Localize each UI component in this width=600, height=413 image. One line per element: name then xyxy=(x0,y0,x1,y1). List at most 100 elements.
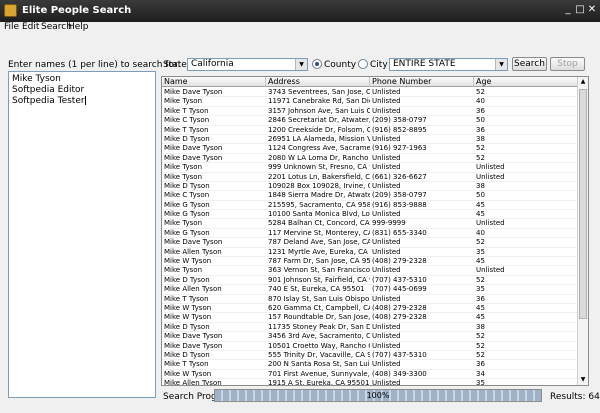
city-radio[interactable] xyxy=(358,59,368,69)
cell-phone: (408) 279-2328 xyxy=(372,313,427,322)
state-dropdown[interactable]: California ▼ xyxy=(187,58,308,71)
title-bar: Elite People Search _ □ ✕ xyxy=(0,0,600,22)
cell-name: Mike G Tyson xyxy=(164,200,210,209)
table-row[interactable]: Mike G Tyson 117 Mervine St, Monterey, CA… xyxy=(162,228,578,239)
table-row[interactable]: Mike T Tyson 870 Islay St, San Luis Obisp… xyxy=(162,295,578,304)
scroll-down-icon[interactable]: ▼ xyxy=(578,375,588,385)
table-row[interactable]: Mike T Tyson 1200 Creekside Dr, Folsom, C… xyxy=(162,126,578,135)
cell-name: Mike G Tyson xyxy=(164,228,210,237)
table-row[interactable]: Mike C Tyson 2846 Secretariat Dr, Atwater… xyxy=(162,116,578,126)
table-row[interactable]: Mike Dave Tyson 2080 W LA Loma Dr, Rancho… xyxy=(162,154,578,164)
table-row[interactable]: Mike Tyson 5284 Balhan Ct, Concord, CA 94… xyxy=(162,219,578,229)
cell-address: 215595, Sacramento, CA 95821 xyxy=(268,200,370,209)
scroll-up-icon[interactable]: ▲ xyxy=(578,77,588,87)
table-row[interactable]: Mike D Tyson 109028 Box 109028, Irvine, C… xyxy=(162,181,578,192)
table-row[interactable]: Mike W Tyson 620 Gamma Ct, Campbell, CA 9… xyxy=(162,304,578,314)
city-label: City xyxy=(370,60,388,70)
cell-phone: Unlisted xyxy=(372,106,401,115)
cell-age: 40 xyxy=(476,228,485,237)
names-textarea[interactable]: Mike Tyson Softpedia Editor Softpedia Te… xyxy=(8,71,156,398)
cell-phone: Unlisted xyxy=(372,266,401,275)
table-row[interactable]: Mike Allen Tyson 740 E St, Eureka, CA 955… xyxy=(162,285,578,295)
chevron-down-icon: ▼ xyxy=(495,59,507,70)
chevron-down-icon: ▼ xyxy=(295,59,307,70)
table-row[interactable]: Mike Dave Tyson 3743 Seventrees, San Jose… xyxy=(162,88,578,98)
stop-button[interactable]: Stop xyxy=(550,57,585,71)
table-row[interactable]: Mike W Tyson 787 Farm Dr, San Jose, CA 95… xyxy=(162,257,578,267)
search-button[interactable]: Search xyxy=(512,57,547,71)
cell-age: 45 xyxy=(476,313,485,322)
cell-name: Mike Tyson xyxy=(164,97,203,106)
progress-percent: 100% xyxy=(366,391,390,400)
cell-age: 50 xyxy=(476,191,485,200)
cell-name: Mike T Tyson xyxy=(164,106,209,115)
cell-age: 52 xyxy=(476,350,485,359)
cell-age: Unlisted xyxy=(476,172,505,181)
cell-address: 363 Vernon St, San Francisco, C... xyxy=(268,266,370,275)
table-row[interactable]: Mike G Tyson 10100 Santa Monica Blvd, Los… xyxy=(162,210,578,220)
table-row[interactable]: Mike Tyson 11971 Canebrake Rd, San Diego.… xyxy=(162,97,578,107)
county-radio[interactable] xyxy=(312,59,322,69)
table-row[interactable]: Mike D Tyson 555 Trinity Dr, Vacaville, C… xyxy=(162,350,578,361)
cell-name: Mike W Tyson xyxy=(164,257,212,266)
cell-name: Mike C Tyson xyxy=(164,191,210,200)
cell-phone: (209) 358-0797 xyxy=(372,116,427,125)
cell-name: Mike D Tyson xyxy=(164,181,210,190)
cell-address: 787 Farm Dr, San Jose, CA 95136 xyxy=(268,257,370,266)
table-row[interactable]: Mike T Tyson 3157 Johnson Ave, San Luis O… xyxy=(162,106,578,117)
column-header-name[interactable]: Name xyxy=(162,77,266,87)
cell-age: 38 xyxy=(476,181,485,190)
menu-edit[interactable]: Edit xyxy=(22,22,39,32)
app-icon xyxy=(4,4,17,17)
table-row[interactable]: Mike Dave Tyson 787 Deland Ave, San Jose,… xyxy=(162,238,578,248)
table-row[interactable]: Mike C Tyson 1848 Sierra Madre Dr, Atwate… xyxy=(162,191,578,201)
table-row[interactable]: Mike D Tyson 26951 LA Alameda, Mission Vi… xyxy=(162,134,578,145)
cell-age: Unlisted xyxy=(476,163,505,172)
column-header-address[interactable]: Address xyxy=(266,77,370,87)
cell-address: 10501 Croetto Way, Rancho Co... xyxy=(268,341,370,350)
cell-phone: (707) 437-5310 xyxy=(372,275,427,284)
table-row[interactable]: Mike T Tyson 200 N Santa Rosa St, San Lui… xyxy=(162,360,578,370)
table-row[interactable]: Mike Allen Tyson 1915 A St, Eureka, CA 95… xyxy=(162,379,578,386)
table-row[interactable]: Mike Tyson 999 Unknown St, Fresno, CA 93.… xyxy=(162,163,578,173)
table-row[interactable]: Mike D Tyson 901 Johnson St, Fairfield, C… xyxy=(162,275,578,286)
table-row[interactable]: Mike G Tyson 215595, Sacramento, CA 95821… xyxy=(162,200,578,211)
city-dropdown[interactable]: ENTIRE STATE ▼ xyxy=(389,58,508,71)
results-count: Results: 64 xyxy=(550,392,600,402)
name-line: Softpedia Tester xyxy=(12,96,86,106)
cell-age: 36 xyxy=(476,360,485,369)
table-row[interactable]: Mike Tyson 2201 Lotus Ln, Bakersfield, CA… xyxy=(162,173,578,182)
column-header-phone[interactable]: Phone Number xyxy=(370,77,474,87)
cell-age: 52 xyxy=(476,238,485,247)
names-label: Enter names (1 per line) to search for: xyxy=(8,60,181,70)
cell-name: Mike Dave Tyson xyxy=(164,332,223,341)
cell-age: 52 xyxy=(476,275,485,284)
cell-name: Mike Tyson xyxy=(164,172,203,181)
cell-name: Mike Allen Tyson xyxy=(164,285,222,294)
cell-address: 901 Johnson St, Fairfield, CA 94... xyxy=(268,275,370,284)
cell-address: 1915 A St, Eureka, CA 95501 xyxy=(268,379,370,386)
cell-address: 3743 Seventrees, San Jose, CA ... xyxy=(268,88,370,96)
cell-age: 40 xyxy=(476,97,485,106)
table-row[interactable]: Mike W Tyson 701 First Avenue, Sunnyvale,… xyxy=(162,369,578,380)
cell-address: 10100 Santa Monica Blvd, Los A... xyxy=(268,210,370,219)
table-row[interactable]: Mike Allen Tyson 1231 Myrtle Ave, Eureka,… xyxy=(162,248,578,258)
cell-age: 38 xyxy=(476,134,485,143)
table-row[interactable]: Mike Tyson 363 Vernon St, San Francisco, … xyxy=(162,266,578,276)
table-row[interactable]: Mike D Tyson 11735 Stoney Peak Dr, San Di… xyxy=(162,323,578,333)
text-caret xyxy=(84,96,86,105)
cell-name: Mike C Tyson xyxy=(164,116,210,125)
table-row[interactable]: Mike Dave Tyson 1124 Congress Ave, Sacram… xyxy=(162,144,578,154)
menu-help[interactable]: Help xyxy=(68,22,89,32)
cell-age: 34 xyxy=(476,369,485,378)
table-row[interactable]: Mike W Tyson 157 Roundtable Dr, San Jose,… xyxy=(162,313,578,323)
scroll-thumb[interactable] xyxy=(579,89,587,319)
table-row[interactable]: Mike Dave Tyson 3456 3rd Ave, Sacramento,… xyxy=(162,332,578,342)
cell-phone: Unlisted xyxy=(372,294,401,303)
close-button[interactable]: ✕ xyxy=(585,3,599,17)
column-header-age[interactable]: Age xyxy=(474,77,578,87)
vertical-scrollbar[interactable]: ▲ ▼ xyxy=(577,77,588,385)
table-row[interactable]: Mike Dave Tyson 10501 Croetto Way, Rancho… xyxy=(162,342,578,351)
menu-file[interactable]: File xyxy=(4,22,19,32)
cell-phone: Unlisted xyxy=(372,341,401,350)
